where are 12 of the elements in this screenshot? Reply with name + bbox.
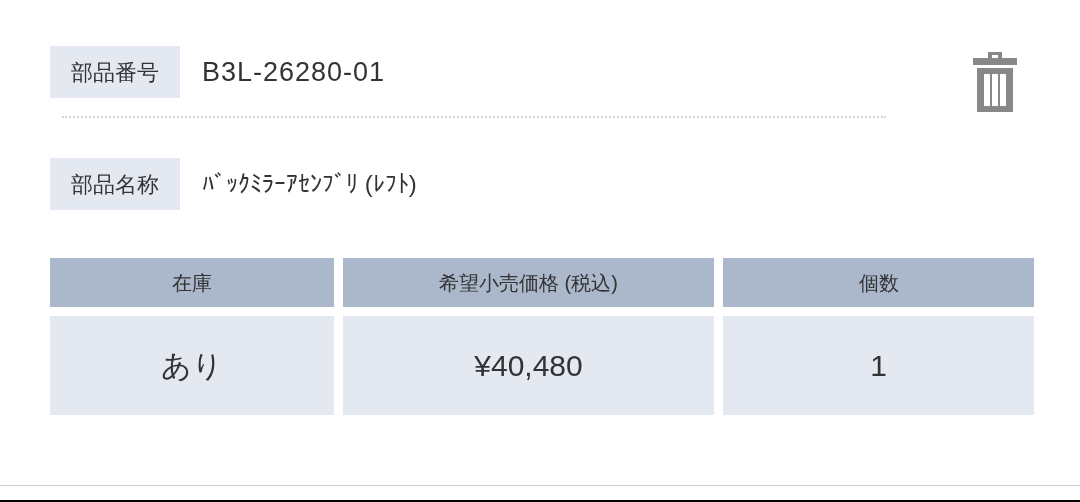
table-cell: 1 [723,316,1034,415]
column-header: 個数 [723,258,1034,307]
part-name: ﾊﾞｯｸﾐﾗｰｱｾﾝﾌﾞﾘ (ﾚﾌﾄ) [202,169,417,199]
column-header: 希望小売価格 (税込) [343,258,714,307]
table-cell: あり [50,316,334,415]
table-cell: ¥40,480 [343,316,714,415]
delete-button[interactable] [972,52,1018,112]
field-label: 部品名称 [50,158,180,210]
part-number: B3L-26280-01 [202,55,386,89]
column-header: 在庫 [50,258,334,307]
trash-icon [973,52,1017,112]
field-label: 部品番号 [50,46,180,98]
